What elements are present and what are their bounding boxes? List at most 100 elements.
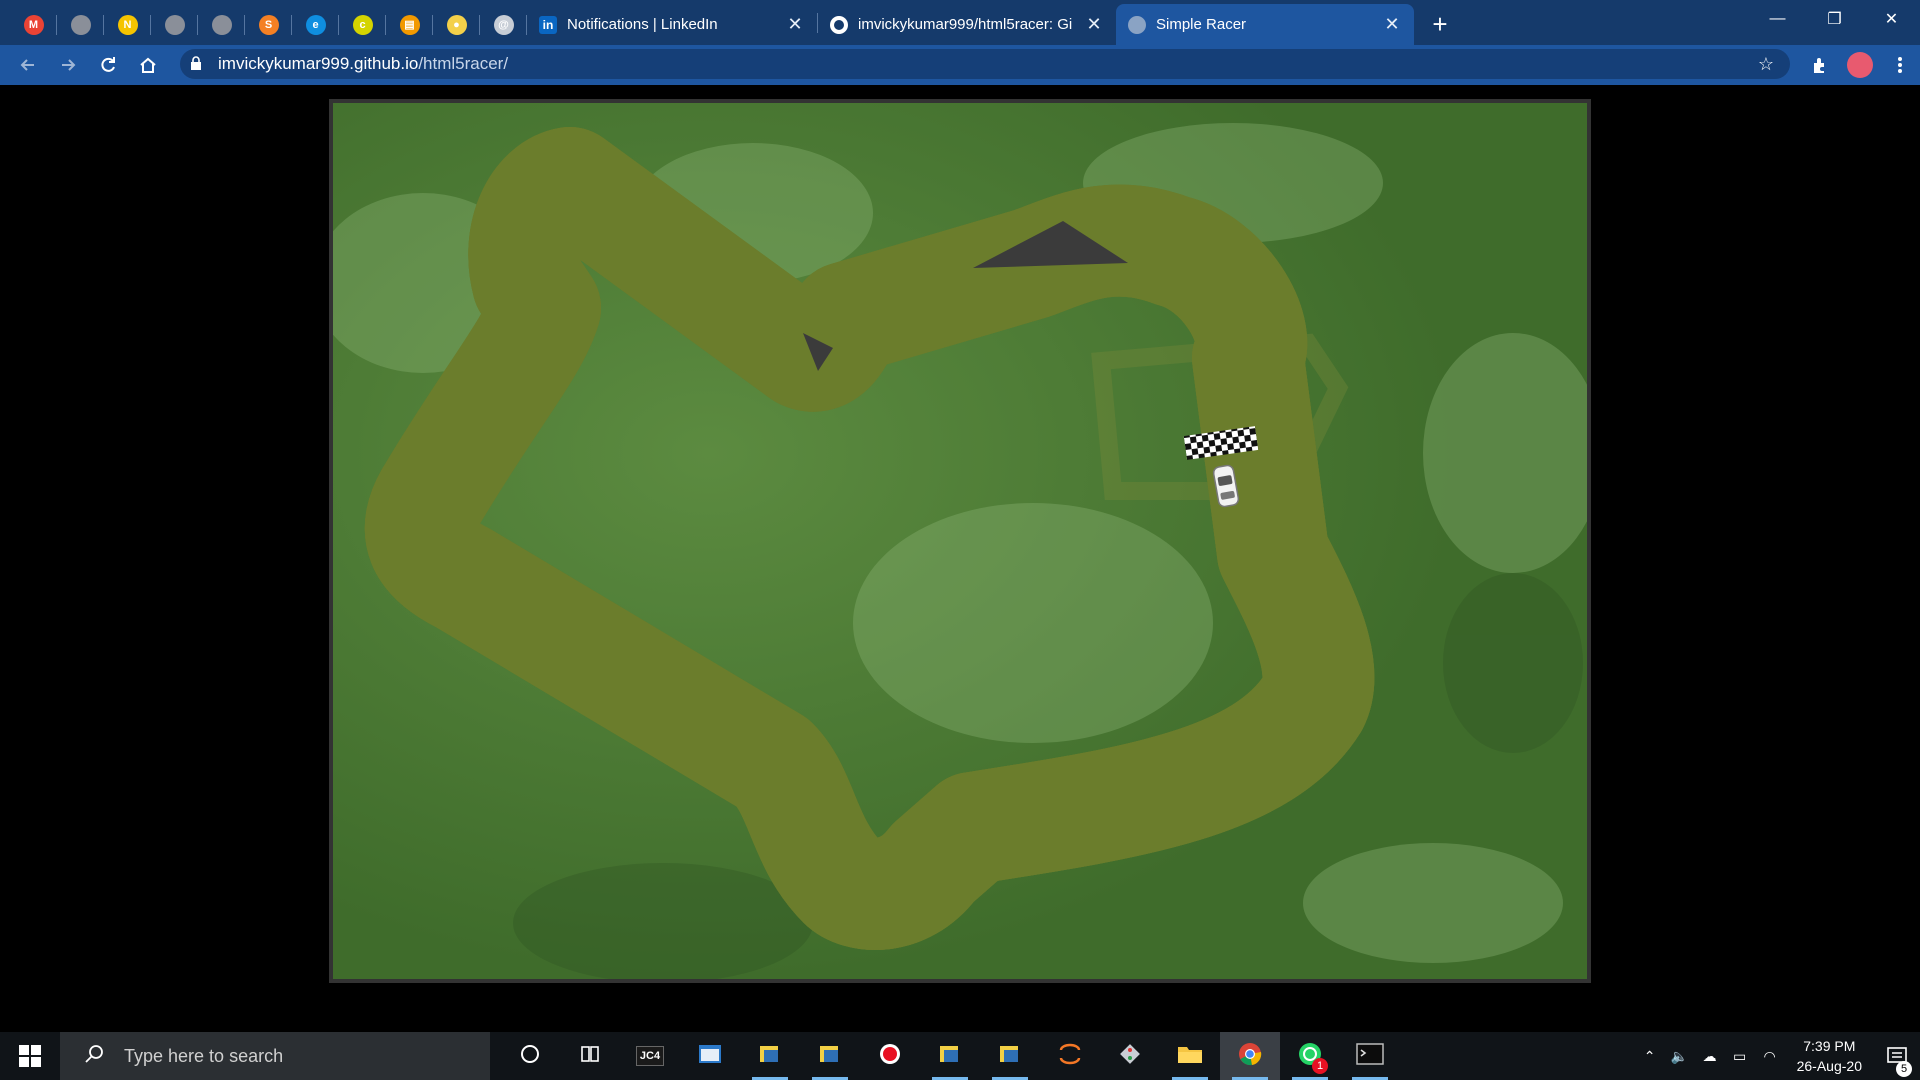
toolbar-right	[1800, 45, 1920, 85]
tab-title: imvickykumar999/html5racer: Gi	[858, 16, 1073, 33]
pinned-tab[interactable]: S	[245, 4, 292, 45]
clock-time: 7:39 PM	[1803, 1038, 1856, 1054]
pinned-tab[interactable]: N	[104, 4, 151, 45]
lock-icon	[190, 55, 206, 73]
browser-toolbar: imvickykumar999.github.io/html5racer/ ☆	[0, 45, 1920, 85]
notes-icon: ▤	[399, 14, 420, 35]
volume-icon[interactable]: 🔈	[1665, 1048, 1695, 1065]
record-icon	[878, 1042, 902, 1071]
git-icon	[1118, 1042, 1142, 1071]
taskbar-apps: JC4 1	[500, 1032, 1400, 1080]
pinned-tab[interactable]: ▤	[386, 4, 433, 45]
forward-arrow-icon	[62, 59, 76, 71]
taskbar-search-box[interactable]: Type here to search	[60, 1032, 490, 1080]
taskbar-app[interactable]: JC4	[620, 1032, 680, 1080]
chrome-icon	[1238, 1042, 1262, 1071]
pinned-tab[interactable]: @	[480, 4, 527, 45]
start-button[interactable]	[0, 1032, 60, 1080]
profile-avatar[interactable]	[1847, 52, 1873, 78]
taskbar-app[interactable]	[1100, 1032, 1160, 1080]
notifications-button[interactable]: 5	[1874, 1045, 1920, 1077]
close-window-button[interactable]: ✕	[1863, 0, 1920, 38]
taskbar-app[interactable]	[800, 1032, 860, 1080]
bookmark-star-icon[interactable]: ☆	[1758, 54, 1774, 75]
search-placeholder: Type here to search	[124, 1045, 284, 1066]
globe-icon	[70, 14, 91, 35]
tab-title: Notifications | LinkedIn	[567, 16, 718, 33]
taskbar-app[interactable]	[980, 1032, 1040, 1080]
windows-taskbar: Type here to search JC4 1 ⌃ 🔈 ☁ ▭ ◠ 7:39 …	[0, 1032, 1920, 1080]
taskbar-app[interactable]	[1340, 1032, 1400, 1080]
tab-title: Simple Racer	[1156, 16, 1247, 33]
address-bar[interactable]: imvickykumar999.github.io/html5racer/ ☆	[180, 49, 1790, 79]
tab-github[interactable]: imvickykumar999/html5racer: Gi ✕	[818, 4, 1116, 45]
pinned-tab[interactable]	[151, 4, 198, 45]
chevron-up-icon[interactable]: ⌃	[1635, 1048, 1665, 1065]
taskbar-app[interactable]	[860, 1032, 920, 1080]
close-icon[interactable]: ✕	[785, 14, 805, 35]
tab-simple-racer[interactable]: Simple Racer ✕	[1116, 4, 1414, 45]
restore-button[interactable]: ❐	[1806, 0, 1863, 38]
taskbar-app[interactable]	[740, 1032, 800, 1080]
forward-button[interactable]	[48, 47, 88, 83]
python-idle-icon	[758, 1042, 782, 1071]
onedrive-icon[interactable]: ☁	[1695, 1048, 1725, 1065]
close-icon[interactable]: ✕	[1382, 14, 1402, 35]
taskbar-app[interactable]: 1	[1280, 1032, 1340, 1080]
tab-linkedin[interactable]: in Notifications | LinkedIn ✕	[527, 4, 817, 45]
taskbar-app[interactable]	[1220, 1032, 1280, 1080]
stackoverflow-icon: S	[258, 14, 279, 35]
taskbar-app[interactable]	[1160, 1032, 1220, 1080]
jupyter-icon	[1058, 1042, 1082, 1071]
taskbar-app[interactable]	[500, 1032, 560, 1080]
pinned-tab[interactable]: ●	[433, 4, 480, 45]
pinned-tabs: M N Se c ▤ ● @	[10, 4, 527, 45]
jc4-icon: JC4	[635, 1046, 665, 1066]
taskbar-app[interactable]	[560, 1032, 620, 1080]
pinned-tab[interactable]: c	[339, 4, 386, 45]
menu-kebab-icon[interactable]	[1880, 55, 1920, 75]
window-controls: — ❐ ✕	[1749, 0, 1920, 38]
game-canvas[interactable]	[333, 103, 1587, 979]
pinned-tab[interactable]	[198, 4, 245, 45]
home-button[interactable]	[128, 47, 168, 83]
globe-icon	[1128, 15, 1146, 34]
terminal-icon	[1356, 1042, 1384, 1070]
spiral-icon: @	[493, 14, 514, 35]
taskbar-app[interactable]	[1040, 1032, 1100, 1080]
pinned-tab[interactable]: e	[292, 4, 339, 45]
url-domain: imvickykumar999.github.io	[218, 54, 419, 73]
notification-count-badge: 5	[1896, 1061, 1912, 1077]
battery-icon[interactable]: ▭	[1725, 1048, 1755, 1065]
windows-logo-icon	[19, 1045, 41, 1067]
game-frame	[329, 99, 1591, 983]
python-idle-icon	[998, 1042, 1022, 1071]
globe-icon	[211, 14, 232, 35]
new-tab-button[interactable]: +	[1420, 4, 1460, 45]
pinned-tab[interactable]: M	[10, 4, 57, 45]
file-explorer-icon	[1177, 1043, 1203, 1070]
github-icon	[830, 15, 848, 34]
norton-icon: N	[117, 14, 138, 35]
home-icon	[140, 57, 156, 73]
globe-icon	[164, 14, 185, 35]
extensions-icon[interactable]	[1800, 55, 1840, 75]
gmail-icon: M	[23, 14, 44, 35]
pinned-tab[interactable]	[57, 4, 104, 45]
clock-date: 26-Aug-20	[1796, 1058, 1862, 1074]
reload-button[interactable]	[88, 47, 128, 83]
taskbar-app[interactable]	[680, 1032, 740, 1080]
close-icon[interactable]: ✕	[1084, 14, 1104, 35]
linkedin-icon: in	[539, 15, 557, 34]
search-icon	[84, 1044, 106, 1069]
taskbar-app[interactable]	[920, 1032, 980, 1080]
taskbar-clock[interactable]: 7:39 PM 26-Aug-20	[1797, 1036, 1862, 1076]
cortana-icon	[519, 1043, 541, 1070]
cookie-icon: ●	[446, 14, 467, 35]
back-button[interactable]	[8, 47, 48, 83]
minimize-button[interactable]: —	[1749, 0, 1806, 38]
task-view-icon	[579, 1043, 601, 1070]
back-arrow-icon	[20, 59, 34, 71]
wifi-icon[interactable]: ◠	[1755, 1048, 1785, 1065]
window-app-icon	[698, 1043, 722, 1070]
